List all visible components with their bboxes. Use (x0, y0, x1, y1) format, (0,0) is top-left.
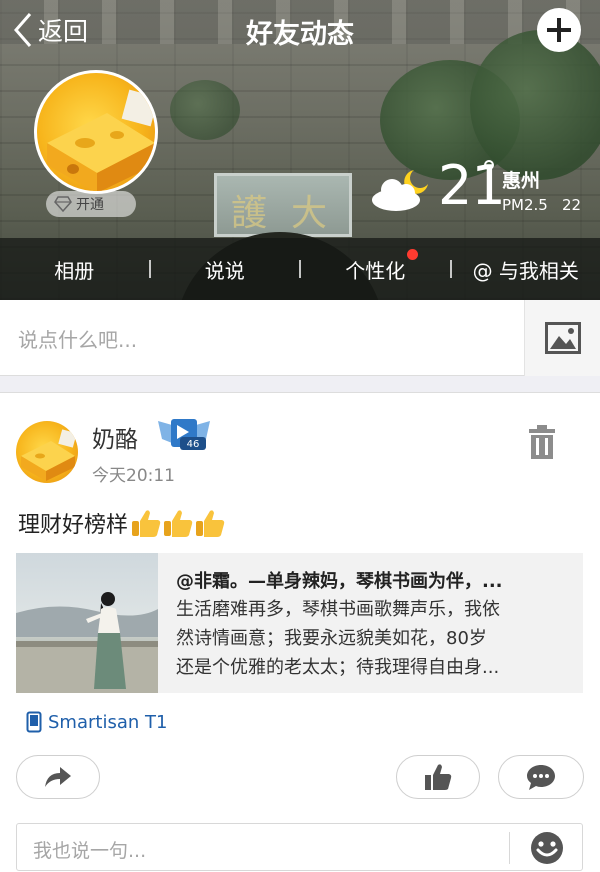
reply-box: 我也说一句... (16, 823, 583, 871)
shared-post-image (16, 553, 158, 693)
woman-photo (16, 592, 158, 693)
shared-post-line: 然诗情画意；我要永远貌美如花，80岁 (176, 628, 487, 649)
plaque-char: 護 (231, 193, 268, 234)
thumbs-up-icon (425, 764, 452, 790)
share-button[interactable] (16, 755, 100, 799)
pm-value: 22 (562, 196, 582, 214)
shared-post-card[interactable]: @非霜。—单身辣妈，琴棋书画为伴，... 生活磨难再多，琴棋书画歌舞声乐，我依 … (16, 553, 583, 693)
reply-input[interactable]: 我也说一句... (33, 836, 146, 863)
photo-button[interactable] (524, 300, 600, 376)
thumbs-up-emoji-icon (164, 510, 193, 537)
tab-moments-label: 说说 (204, 258, 245, 283)
plaque-char: 大 (291, 193, 328, 234)
temperature: 21 (438, 154, 506, 217)
thumbs-up-emoji-icon (196, 510, 225, 537)
tab-mentions[interactable]: @ 与我相关 (452, 255, 600, 284)
tab-moments[interactable]: 说说 (151, 255, 300, 284)
share-arrow-icon (45, 767, 71, 787)
comment-button[interactable] (498, 755, 584, 799)
image-icon (544, 322, 581, 354)
device-source-link[interactable]: Smartisan T1 (26, 711, 167, 733)
shared-post-title: @非霜。—单身辣妈，琴棋书画为伴，... (176, 571, 503, 592)
tree-foliage (170, 80, 240, 140)
gate-plaque: 護 大 (214, 173, 352, 237)
level-number: 46 (187, 439, 200, 450)
feed-post: 奶酪 46 今天20:11 理财好榜样 @非霜。—单身辣妈，琴棋书画为伴，...… (0, 392, 600, 872)
winged-level-icon: 46 (158, 419, 210, 450)
cheese-image (21, 429, 77, 481)
plus-icon (547, 18, 571, 42)
post-avatar[interactable] (16, 421, 78, 483)
profile-header: 護 大 返回 好友动态 开通 21 惠州 PM2.5 22 相册 说说 个性化 … (0, 0, 600, 300)
tab-mentions-label: @ 与我相关 (472, 258, 579, 283)
tab-album-label: 相册 (54, 258, 95, 283)
level-badge: 46 (156, 417, 212, 455)
post-text: 理财好榜样 (18, 507, 226, 539)
profile-tab-bar: 相册 说说 个性化 @ 与我相关 (0, 238, 600, 300)
post-text-content: 理财好榜样 (18, 513, 129, 538)
post-username[interactable]: 奶酪 (92, 420, 138, 454)
tab-personalize[interactable]: 个性化 (301, 248, 450, 284)
shared-post-body: 生活磨难再多，琴棋书画歌舞声乐，我依 然诗情画意；我要永远貌美如花，80岁 还是… (176, 595, 571, 682)
pm-label: PM2.5 (502, 196, 548, 214)
diamond-icon (54, 196, 72, 212)
cloud-moon-icon (372, 170, 428, 211)
vip-label: 开通 (76, 197, 104, 213)
device-name: Smartisan T1 (48, 711, 168, 733)
smiley-icon (531, 832, 563, 864)
page-title: 好友动态 (246, 19, 354, 50)
tab-personalize-label: 个性化 (345, 258, 406, 283)
degree-symbol (484, 160, 494, 170)
trash-icon (529, 425, 555, 459)
notification-dot (407, 248, 419, 260)
vip-open-button[interactable]: 开通 (46, 191, 136, 217)
shared-post-line: 还是个优雅的老太太；待我理得自由身... (176, 657, 500, 678)
thumbs-up-emoji-icon (132, 510, 161, 537)
add-button[interactable] (537, 8, 581, 52)
delete-button[interactable] (528, 425, 556, 463)
phone-icon (26, 711, 42, 733)
post-time: 今天20:11 (92, 466, 175, 486)
like-button[interactable] (396, 755, 480, 799)
comment-bubble-icon (527, 765, 555, 790)
compose-bar: 说点什么吧... (0, 300, 600, 376)
reply-divider (509, 832, 510, 864)
shared-post-line: 生活磨难再多，琴棋书画歌舞声乐，我依 (176, 599, 500, 620)
cheese-image (47, 89, 155, 191)
profile-avatar[interactable] (34, 70, 158, 194)
weather-widget[interactable]: 21 惠州 PM2.5 22 (370, 154, 595, 220)
compose-input[interactable]: 说点什么吧... (18, 324, 137, 353)
thumbs-up-emojis (130, 508, 226, 538)
weather-city: 惠州 (502, 170, 541, 192)
tab-album[interactable]: 相册 (0, 255, 149, 284)
emoji-button[interactable] (529, 830, 565, 870)
